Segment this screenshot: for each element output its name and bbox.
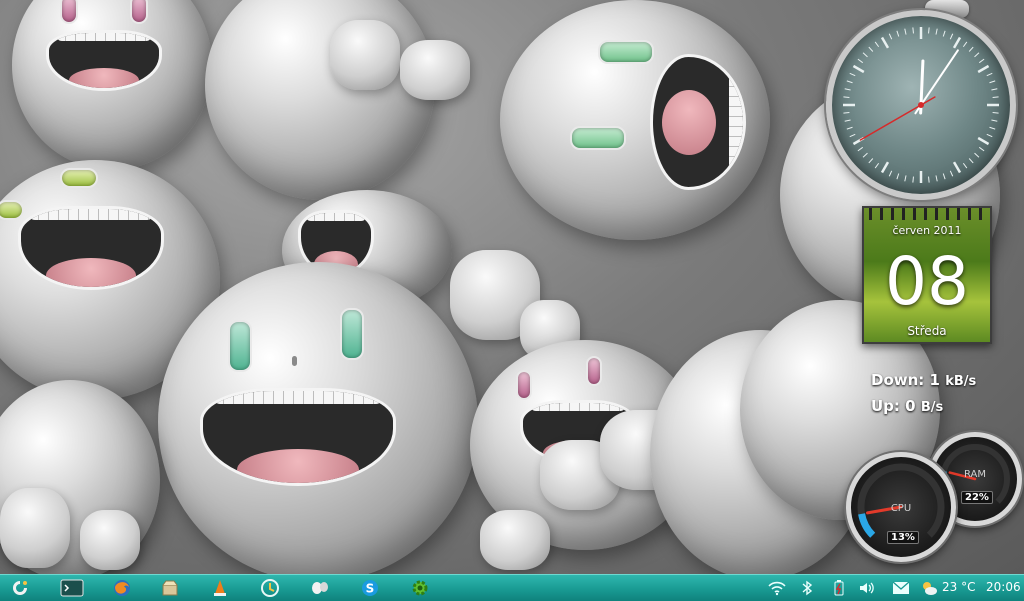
volume-icon[interactable] [858,579,876,597]
clock-tick [849,72,856,77]
clock-tick [880,161,890,174]
calendar-widget[interactable]: červen 2011 08 Středa [862,206,992,344]
terminal-icon[interactable] [60,578,84,598]
clock-tick [896,173,900,180]
clock-tick [843,112,850,114]
taskbar: S 23 °C 20:06 [0,574,1024,601]
skype-icon[interactable]: S [360,578,380,598]
clock-tick [904,28,907,35]
clock-tick [912,176,914,183]
clock-tick [942,173,946,180]
clock-tick [874,162,880,169]
upload-unit: B/s [920,400,944,415]
download-unit: kB/s [945,374,977,389]
clock-tick [928,27,930,34]
clock-tick [991,88,998,91]
clock-tick [874,41,880,48]
clock-tick [968,46,974,52]
clock-tick [935,28,938,35]
download-speed-row: Down: 1 kB/s [871,368,976,394]
package-installer-icon[interactable] [160,578,180,598]
cpu-gauge-label: CPU [890,503,912,514]
clock-tick [992,96,999,98]
clock-tick [868,158,874,164]
chat-icon[interactable] [310,578,330,598]
cpu-gauge-fill [858,513,876,538]
clock-tick [862,52,868,58]
clock-tick [986,72,993,77]
clock-tick [977,136,990,146]
clock-tick [935,175,938,182]
clock-tick [968,158,974,164]
weather-temperature[interactable]: 23 °C [942,580,975,594]
clock-tick [974,152,980,158]
clock-tick [952,36,962,49]
upload-label: Up: [871,397,900,415]
clock-tick [942,30,946,37]
calendar-day-number: 08 [885,243,969,320]
clock-tick [992,112,999,114]
upload-speed-row: Up: 0 B/s [871,394,976,420]
analog-clock-widget[interactable] [826,10,1016,200]
ram-gauge-value: 22% [961,491,993,504]
clock-tick [844,119,851,122]
clock-tick [843,96,850,98]
clock-tick [868,46,874,52]
battery-icon[interactable] [830,579,848,597]
clock-tick [844,88,851,91]
clock-tick [962,162,968,169]
mail-icon[interactable] [892,579,910,597]
calendar-binding-rings [864,208,990,220]
clock-tick [949,170,954,177]
clock-tick [852,64,865,74]
upload-value: 0 [905,397,916,415]
clock-tick [978,146,985,152]
clock-tick [928,176,930,183]
clock-tick [888,33,893,40]
clock-tick [857,146,864,152]
wifi-icon[interactable] [768,579,786,597]
clock-tick [912,27,914,34]
clock-tick [880,36,890,49]
calendar-month: červen 2011 [892,224,962,237]
clock-tick [846,126,853,130]
clock-time[interactable]: 20:06 [986,580,1021,594]
clock-tick [896,30,900,37]
clock-tick [978,58,985,64]
download-label: Down: [871,371,925,389]
clock-tick [862,152,868,158]
app-menu-icon[interactable] [10,578,30,598]
clock-tick [888,170,893,177]
clock-tick [949,33,954,40]
clock-second-hand [859,96,936,141]
clock-tick [962,41,968,48]
clock-tick [846,80,853,84]
clock-tick [904,175,907,182]
clock-tick [986,133,993,138]
bluetooth-icon[interactable] [798,579,816,597]
download-value: 1 [929,371,940,389]
svg-text:S: S [366,582,375,596]
clock-tick [991,119,998,122]
clock-tick [974,52,980,58]
weather-icon[interactable] [920,579,938,597]
calendar-weekday: Středa [907,324,947,338]
vlc-icon[interactable] [210,578,230,598]
clock-tick [977,64,990,74]
clock-face [843,27,999,183]
clock-tick [989,126,996,130]
clock-tick [849,133,856,138]
clock-tick [989,80,996,84]
network-monitor-widget: Down: 1 kB/s Up: 0 B/s [871,368,976,420]
clock-tick [952,161,962,174]
update-manager-icon[interactable] [260,578,280,598]
cpu-gauge: CPU 13% [846,452,956,562]
clock-tick [857,58,864,64]
cpu-gauge-value: 13% [887,531,919,544]
firefox-icon[interactable] [112,578,132,598]
settings-gear-icon[interactable] [410,578,430,598]
